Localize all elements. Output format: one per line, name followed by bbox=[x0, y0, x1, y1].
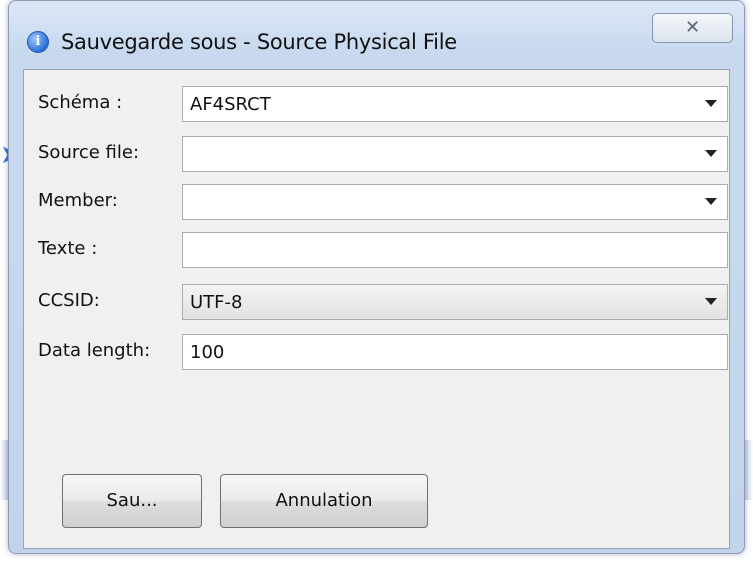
member-combo[interactable] bbox=[182, 184, 728, 220]
ccsid-label: CCSID: bbox=[38, 290, 100, 311]
schema-row: Schéma : AF4SRCT bbox=[24, 82, 729, 122]
ccsid-value: UTF-8 bbox=[190, 292, 243, 313]
text-row: Texte : bbox=[24, 228, 729, 268]
ccsid-combo[interactable]: UTF-8 bbox=[182, 284, 728, 320]
dialog-window: i Sauvegarde sous - Source Physical File… bbox=[8, 0, 745, 554]
info-icon: i bbox=[27, 31, 49, 53]
chevron-down-icon[interactable] bbox=[705, 100, 717, 107]
window-title: Sauvegarde sous - Source Physical File bbox=[61, 30, 457, 54]
background-edge bbox=[0, 440, 8, 500]
text-label: Texte : bbox=[38, 238, 98, 259]
schema-combo[interactable]: AF4SRCT bbox=[182, 86, 728, 122]
source-file-combo[interactable] bbox=[182, 136, 728, 172]
close-icon: ✕ bbox=[684, 17, 701, 38]
chevron-down-icon[interactable] bbox=[705, 298, 717, 305]
title-bar[interactable]: i Sauvegarde sous - Source Physical File… bbox=[9, 1, 744, 59]
save-button[interactable]: Sau... bbox=[62, 474, 202, 528]
member-label: Member: bbox=[38, 190, 118, 211]
data-length-row: Data length: 100 bbox=[24, 330, 729, 370]
source-file-row: Source file: bbox=[24, 132, 729, 172]
text-input[interactable] bbox=[182, 232, 728, 268]
close-button[interactable]: ✕ bbox=[652, 13, 733, 43]
data-length-label: Data length: bbox=[38, 340, 151, 361]
form-panel: Schéma : AF4SRCT Source file: Member: Te… bbox=[23, 69, 730, 549]
schema-label: Schéma : bbox=[38, 92, 123, 113]
ccsid-row: CCSID: UTF-8 bbox=[24, 280, 729, 320]
member-row: Member: bbox=[24, 180, 729, 220]
schema-value: AF4SRCT bbox=[190, 94, 271, 115]
chevron-down-icon[interactable] bbox=[705, 150, 717, 157]
cancel-button[interactable]: Annulation bbox=[220, 474, 428, 528]
background-edge bbox=[745, 440, 753, 500]
source-file-label: Source file: bbox=[38, 142, 140, 163]
data-length-value: 100 bbox=[190, 342, 225, 363]
chevron-down-icon[interactable] bbox=[705, 198, 717, 205]
data-length-input[interactable]: 100 bbox=[182, 334, 728, 370]
